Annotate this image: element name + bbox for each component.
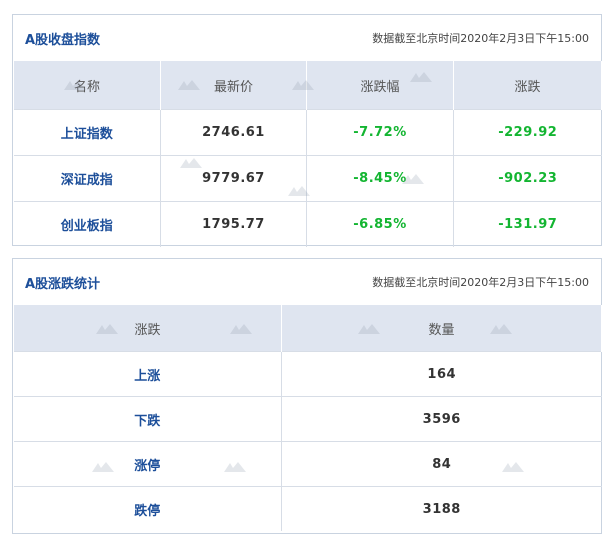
stat-count: 164 (281, 351, 602, 397)
stat-count: 3188 (281, 486, 602, 531)
index-change: -902.23 (453, 155, 602, 202)
index-panel-date-note: 数据截至北京时间2020年2月3日下午15:00 (372, 32, 589, 45)
index-price: 9779.67 (160, 155, 307, 202)
table-row: 深证成指 9779.67 -8.45% -902.23 (13, 155, 602, 202)
column-header-name: 名称 (13, 61, 161, 110)
index-panel-title: A股收盘指数 (25, 33, 101, 48)
index-pct: -6.85% (306, 201, 454, 247)
table-row: 创业板指 1795.77 -6.85% -131.97 (13, 201, 602, 247)
index-table: 名称 最新价 涨跌幅 涨跌 上证指数 2746.61 -7.72% -229.9… (13, 61, 602, 247)
index-change: -229.92 (453, 109, 602, 156)
index-table-header-row: 名称 最新价 涨跌幅 涨跌 (13, 61, 602, 110)
index-pct: -8.45% (306, 155, 454, 202)
index-name: 创业板指 (13, 201, 161, 247)
stats-panel-date-note: 数据截至北京时间2020年2月3日下午15:00 (372, 276, 589, 289)
index-price: 1795.77 (160, 201, 307, 247)
index-panel: A股收盘指数 数据截至北京时间2020年2月3日下午15:00 名称 最新价 涨… (12, 14, 602, 247)
stats-panel-header: A股涨跌统计 数据截至北京时间2020年2月3日下午15:00 (13, 259, 601, 305)
table-row: 跌停 3188 (13, 486, 602, 531)
stats-panel: A股涨跌统计 数据截至北京时间2020年2月3日下午15:00 涨跌 数量 上涨… (12, 258, 602, 534)
column-header-count: 数量 (281, 305, 602, 352)
stat-label: 下跌 (13, 396, 282, 442)
column-header-pct: 涨跌幅 (306, 61, 454, 110)
stats-table: 涨跌 数量 上涨 164 下跌 3596 涨停 84 跌停 3188 (13, 305, 602, 531)
stat-count: 3596 (281, 396, 602, 442)
index-name: 深证成指 (13, 155, 161, 202)
index-panel-header: A股收盘指数 数据截至北京时间2020年2月3日下午15:00 (13, 15, 601, 61)
stat-count: 84 (281, 441, 602, 487)
stats-panel-title: A股涨跌统计 (25, 277, 101, 292)
index-name: 上证指数 (13, 109, 161, 156)
index-change: -131.97 (453, 201, 602, 247)
column-header-price: 最新价 (160, 61, 307, 110)
index-pct: -7.72% (306, 109, 454, 156)
index-price: 2746.61 (160, 109, 307, 156)
table-row: 上涨 164 (13, 351, 602, 397)
column-header-change: 涨跌 (453, 61, 602, 110)
table-row: 涨停 84 (13, 441, 602, 487)
stat-label: 涨停 (13, 441, 282, 487)
column-header-type: 涨跌 (13, 305, 282, 352)
stat-label: 上涨 (13, 351, 282, 397)
table-row: 上证指数 2746.61 -7.72% -229.92 (13, 109, 602, 156)
stats-table-header-row: 涨跌 数量 (13, 305, 602, 352)
table-row: 下跌 3596 (13, 396, 602, 442)
stat-label: 跌停 (13, 486, 282, 531)
